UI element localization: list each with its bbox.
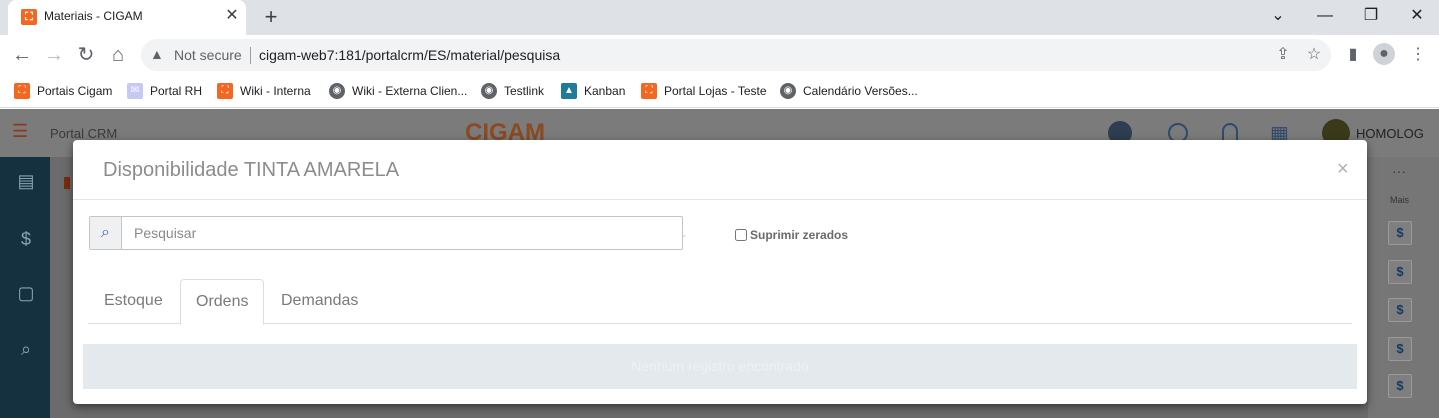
search-icon: ⌕ [90, 217, 122, 249]
app-sidebar: ▤ $ ▢ ⌕ [0, 157, 50, 418]
globe-icon: ◉ [780, 83, 796, 99]
share-icon[interactable]: ⇪ [1271, 43, 1295, 67]
tab-estoque[interactable]: Estoque [89, 279, 178, 324]
home-icon[interactable]: ⌂ [104, 41, 132, 69]
reload-icon[interactable]: ↻ [72, 41, 100, 69]
search-field: ⌕ ⌄ [89, 216, 688, 250]
shopping-bag-icon[interactable]: ▢ [14, 281, 38, 305]
bookmark-wiki-externa[interactable]: ◉ Wiki - Externa Clien... [329, 83, 467, 101]
search-input[interactable] [122, 217, 682, 249]
window-close-button[interactable]: ✕ [1403, 4, 1431, 28]
breadcrumb-marker [64, 177, 70, 189]
address-separator [250, 47, 251, 64]
bookmark-portal-rh[interactable]: ✉ Portal RH [127, 83, 202, 101]
bookmark-wiki-interna[interactable]: ⛶ Wiki - Interna [217, 83, 311, 101]
restore-button[interactable]: ❐ [1357, 4, 1385, 28]
menu-kebab-icon[interactable]: ⋮ [1406, 43, 1430, 67]
modal-title: Disponibilidade TINTA AMARELA [103, 159, 400, 181]
forward-arrow-icon[interactable]: → [40, 41, 68, 69]
suprimir-zerados-checkbox[interactable]: Suprimir zerados [735, 228, 848, 242]
bookmark-calendario[interactable]: ◉ Calendário Versões... [780, 83, 918, 101]
browser-tab-strip: ⛶ Materiais - CIGAM ✕ + ⌄ — ❐ ✕ [0, 0, 1439, 35]
suprimir-zerados-label: Suprimir zerados [750, 228, 849, 242]
security-label[interactable]: Not secure [174, 47, 242, 63]
document-search-icon[interactable]: ⌕ [14, 337, 38, 361]
bookmark-testlink[interactable]: ◉ Testlink [481, 83, 544, 101]
price-button[interactable]: $ [1388, 221, 1412, 245]
new-tab-button[interactable]: + [258, 4, 284, 30]
bookmarks-bar: ⛶ Portais Cigam ✉ Portal RH ⛶ Wiki - Intern… [0, 75, 1439, 108]
bookmark-portais-cigam[interactable]: ⛶ Portais Cigam [14, 83, 112, 101]
price-button[interactable]: $ [1388, 298, 1412, 322]
availability-modal: Disponibilidade TINTA AMARELA × ⌕ ⌄ Supr… [73, 140, 1367, 404]
cigam-icon: ⛶ [14, 83, 30, 99]
minimize-button[interactable]: — [1311, 4, 1339, 28]
empty-result-notice: Nenhum registro encontrado [83, 344, 1357, 389]
price-button[interactable]: $ [1388, 260, 1412, 284]
modal-tabs: Estoque Ordens Demandas [88, 279, 1352, 325]
money-hand-icon[interactable]: $ [14, 227, 38, 251]
more-label: Mais [1390, 195, 1410, 205]
globe-icon: ◉ [329, 83, 345, 99]
browser-tab-materiais[interactable]: ⛶ Materiais - CIGAM ✕ [8, 0, 246, 35]
app-header-title: Portal CRM [50, 126, 118, 141]
cigam-favicon-icon: ⛶ [21, 9, 37, 25]
price-button[interactable]: $ [1388, 374, 1412, 398]
bookmark-star-icon[interactable]: ☆ [1302, 43, 1326, 67]
globe-icon: ◉ [481, 83, 497, 99]
modal-close-button[interactable]: × [1337, 158, 1349, 181]
cigam-icon: ⛶ [217, 83, 233, 99]
building-search-icon[interactable]: ▤ [14, 169, 38, 193]
chevron-down-icon: ⌄ [680, 229, 688, 239]
suprimir-zerados-input[interactable] [735, 229, 747, 241]
hamburger-menu-icon[interactable]: ☰ [12, 122, 32, 140]
address-bar[interactable]: ▲ Not secure cigam-web7:181/portalcrm/ES… [141, 39, 1331, 71]
chat-icon: ✉ [127, 83, 143, 99]
browser-toolbar: ← → ↻ ⌂ ▲ Not secure cigam-web7:181/port… [0, 35, 1439, 75]
cigam-icon: ⛶ [641, 83, 657, 99]
profile-avatar-icon[interactable]: ● [1373, 43, 1395, 65]
price-button[interactable]: $ [1388, 337, 1412, 361]
tab-search-button[interactable]: ⌄ [1264, 4, 1292, 28]
tab-ordens[interactable]: Ordens [180, 279, 265, 325]
url-text[interactable]: cigam-web7:181/portalcrm/ES/material/pes… [259, 47, 560, 63]
modal-header: Disponibilidade TINTA AMARELA × [73, 140, 1367, 200]
warning-triangle-icon: ▲ [150, 46, 164, 62]
more-dots-icon[interactable]: ··· [1392, 163, 1406, 179]
user-label: HOMOLOG [1356, 126, 1424, 141]
side-panel-icon[interactable]: ▮ [1341, 43, 1365, 67]
bookmark-portal-lojas[interactable]: ⛶ Portal Lojas - Teste [641, 83, 767, 101]
tab-close-button[interactable]: ✕ [222, 6, 242, 26]
tab-title: Materiais - CIGAM [44, 9, 143, 23]
right-action-column: ··· Mais $ $ $ $ $ [1368, 157, 1439, 418]
bookmark-kanban[interactable]: ▲ Kanban [561, 83, 625, 101]
back-arrow-icon[interactable]: ← [8, 41, 36, 69]
tab-demandas[interactable]: Demandas [266, 279, 373, 324]
kanban-icon: ▲ [561, 83, 577, 99]
